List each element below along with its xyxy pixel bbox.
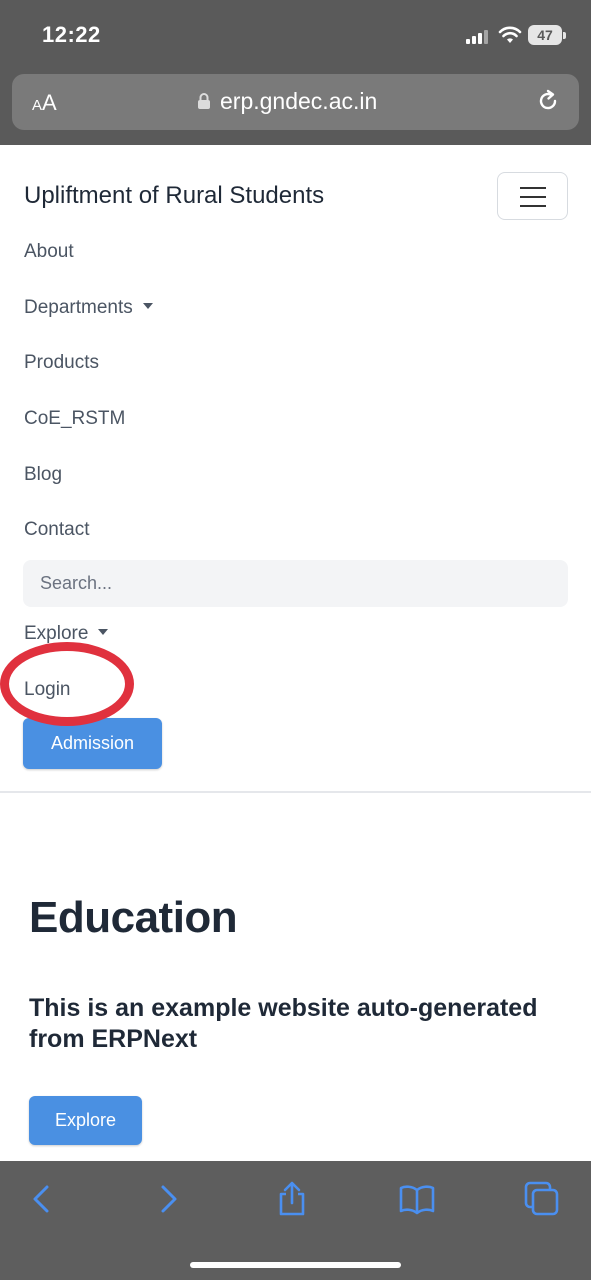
forward-icon[interactable] xyxy=(150,1181,186,1217)
text-size-button[interactable]: AA xyxy=(32,90,57,116)
nav-item-departments[interactable]: Departments xyxy=(24,297,153,319)
share-icon[interactable] xyxy=(274,1181,310,1217)
nav-item-coe-rstm[interactable]: CoE_RSTM xyxy=(24,408,125,430)
status-time: 12:22 xyxy=(42,22,101,47)
admission-button[interactable]: Admission xyxy=(23,718,162,769)
tabs-icon[interactable] xyxy=(524,1181,560,1217)
navbar-toggle-button[interactable] xyxy=(497,172,568,220)
caret-down-icon xyxy=(142,302,153,309)
nav-item-explore[interactable]: Explore xyxy=(24,623,109,645)
battery-level: 47 xyxy=(528,25,562,45)
wifi-icon xyxy=(498,26,522,43)
home-indicator xyxy=(190,1262,401,1268)
lock-icon xyxy=(198,93,210,109)
hero-explore-button[interactable]: Explore xyxy=(29,1096,142,1145)
nav-item-contact[interactable]: Contact xyxy=(24,519,89,541)
hero-subtitle: This is an example website auto-generate… xyxy=(29,994,538,1053)
nav-item-blog[interactable]: Blog xyxy=(24,464,62,486)
hero-title: Education xyxy=(29,893,238,942)
battery-icon: 47 xyxy=(528,25,566,45)
site-brand[interactable]: Upliftment of Rural Students xyxy=(24,182,324,210)
browser-bottom-toolbar xyxy=(0,1161,591,1280)
caret-down-icon xyxy=(98,628,109,635)
back-icon[interactable] xyxy=(24,1181,60,1217)
navbar-divider xyxy=(0,791,591,793)
cellular-signal-icon xyxy=(466,28,492,44)
bookmarks-icon[interactable] xyxy=(399,1181,435,1217)
nav-item-login[interactable]: Login xyxy=(24,679,71,701)
reload-icon[interactable] xyxy=(535,88,561,114)
address-bar[interactable]: AA erp.gndec.ac.in xyxy=(12,74,579,130)
nav-item-products[interactable]: Products xyxy=(24,352,99,374)
url-text[interactable]: erp.gndec.ac.in xyxy=(220,88,377,115)
search-input[interactable] xyxy=(23,560,568,607)
browser-top-chrome: 12:22 47 AA erp.gndec.ac.in xyxy=(0,0,591,145)
nav-item-about[interactable]: About xyxy=(24,241,74,263)
